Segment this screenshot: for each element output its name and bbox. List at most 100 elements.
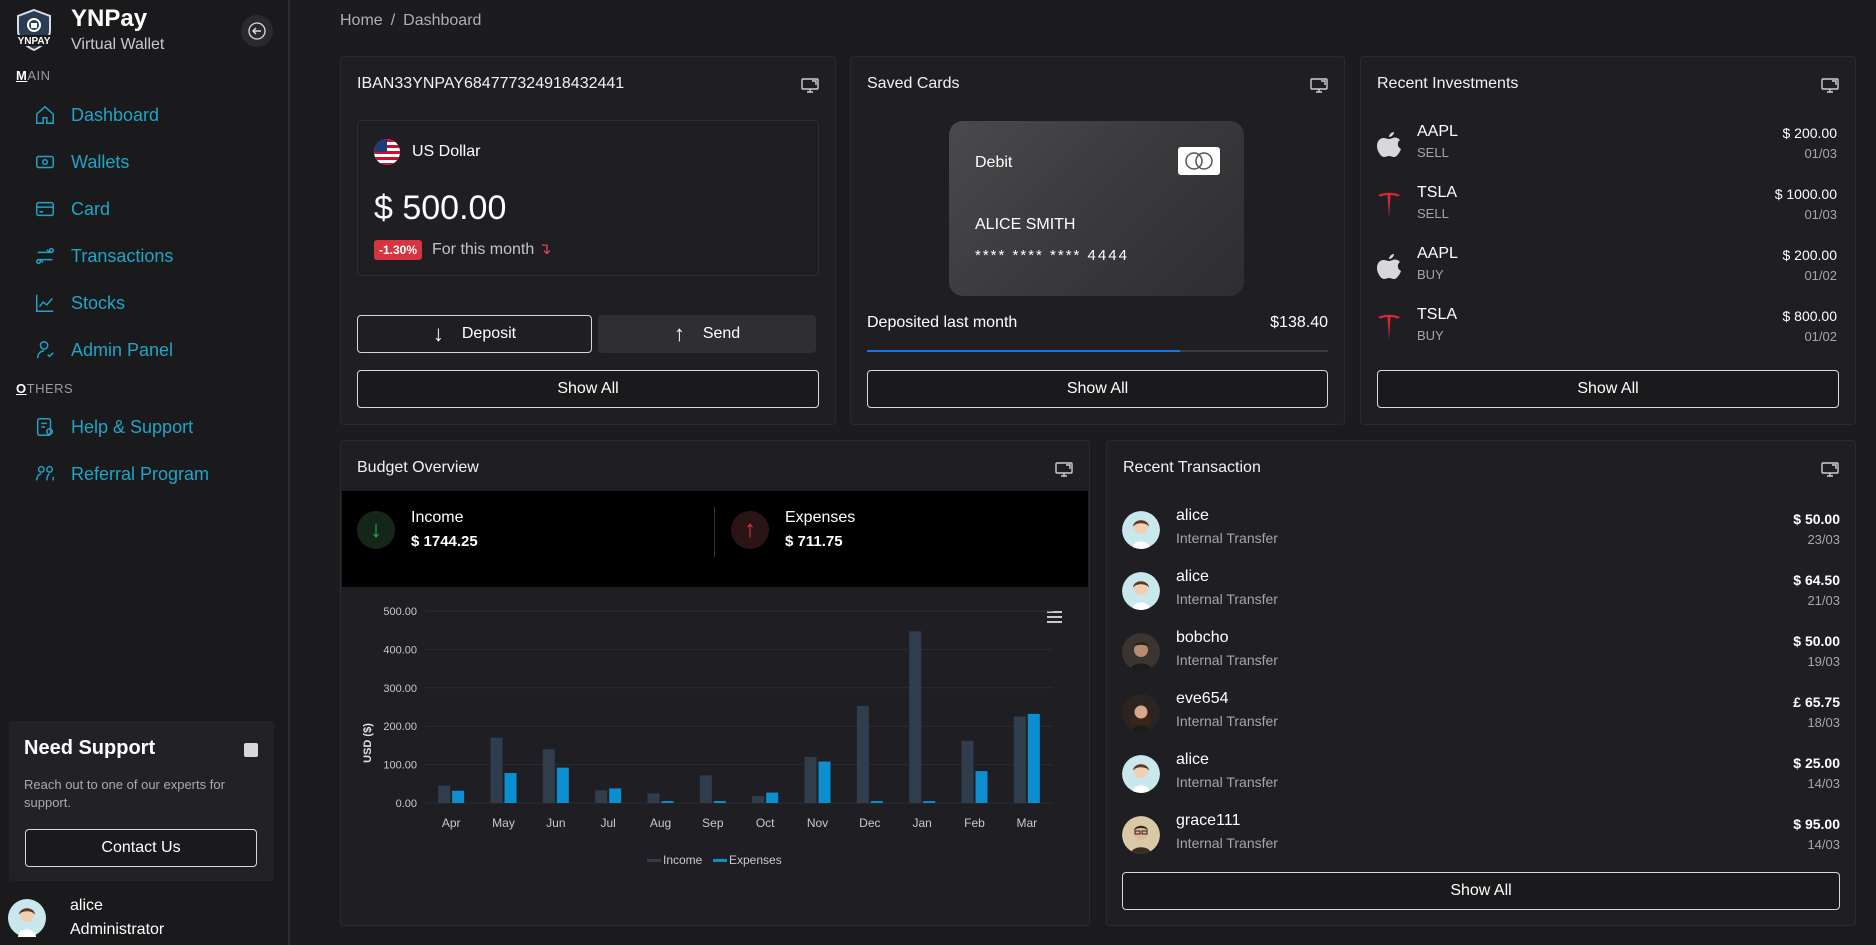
- trade-type: SELL: [1417, 145, 1449, 160]
- income-bar-may[interactable]: [490, 737, 503, 803]
- chart-menu-icon[interactable]: [1047, 611, 1062, 623]
- income-bar-oct[interactable]: [752, 796, 765, 803]
- expand-icon[interactable]: [1821, 461, 1839, 477]
- expenses-bar-nov[interactable]: [818, 761, 831, 803]
- expenses-bar-sep[interactable]: [713, 801, 726, 803]
- income-bar-jun[interactable]: [542, 749, 555, 803]
- income-bar-dec[interactable]: [856, 705, 869, 803]
- avatar: [1122, 633, 1160, 671]
- legend-item-income[interactable]: Income: [647, 853, 703, 867]
- expenses-bar-dec[interactable]: [870, 801, 883, 803]
- income-bar-mar[interactable]: [1013, 716, 1026, 803]
- expenses-bar-oct[interactable]: [766, 792, 779, 803]
- arrow-left-icon: [248, 22, 266, 40]
- x-tick-label: Jul: [600, 816, 615, 830]
- y-tick-label: 500.00: [383, 606, 417, 618]
- y-tick-label: 200.00: [383, 721, 417, 733]
- legend-item-expenses[interactable]: Expenses: [713, 853, 782, 867]
- transaction-row[interactable]: alice Internal Transfer $ 64.50 21/03: [1122, 566, 1840, 616]
- expand-icon[interactable]: [1310, 77, 1328, 93]
- breadcrumb-home[interactable]: Home: [340, 12, 383, 29]
- expand-icon[interactable]: [801, 77, 819, 93]
- brand-subtitle: Virtual Wallet: [71, 36, 165, 53]
- expenses-bar-mar[interactable]: [1027, 713, 1040, 803]
- investment-row[interactable]: TSLA SELL $ 1000.00 01/03: [1375, 182, 1837, 232]
- income-bar-jul[interactable]: [595, 790, 608, 803]
- income-bar-jan[interactable]: [909, 631, 922, 803]
- investments-show-all-button[interactable]: Show All: [1377, 370, 1839, 408]
- sidebar-item-referral-program[interactable]: Referral Program: [34, 459, 209, 489]
- avatar: [1122, 572, 1160, 610]
- income-bar-sep[interactable]: [699, 775, 712, 803]
- sidebar-item-admin-panel[interactable]: Admin Panel: [34, 335, 173, 365]
- sidebar-item-card[interactable]: Card: [34, 194, 110, 224]
- debit-card[interactable]: Debit ALICE SMITH **** **** **** 4444: [949, 121, 1244, 296]
- expenses-bar-jan[interactable]: [923, 801, 936, 803]
- deposit-button[interactable]: ↓ Deposit: [357, 315, 592, 353]
- section-label-others: OTHERS: [16, 381, 74, 396]
- close-support-icon[interactable]: [244, 743, 258, 757]
- avatar: [1122, 694, 1160, 732]
- x-tick-label: Aug: [650, 816, 671, 830]
- sidebar-item-help-support[interactable]: Help & Support: [34, 412, 193, 442]
- change-text: For this month ↴: [432, 241, 552, 258]
- x-tick-label: Apr: [442, 816, 461, 830]
- sidebar-item-label: Stocks: [71, 292, 126, 313]
- x-tick-label: Nov: [807, 816, 828, 830]
- transaction-type: Internal Transfer: [1176, 591, 1278, 607]
- transaction-amount: $ 95.00: [1793, 816, 1840, 832]
- sidebar-item-wallets[interactable]: Wallets: [34, 147, 129, 177]
- avatar: [1122, 816, 1160, 854]
- transactions-show-all-button[interactable]: Show All: [1122, 872, 1840, 910]
- expenses-bar-apr[interactable]: [452, 790, 465, 803]
- expand-icon[interactable]: [1055, 461, 1073, 477]
- user-role: Administrator: [70, 921, 165, 938]
- sidebar-item-transactions[interactable]: Transactions: [34, 241, 173, 271]
- expenses-bar-aug[interactable]: [661, 801, 674, 803]
- transaction-row[interactable]: alice Internal Transfer $ 25.00 14/03: [1122, 749, 1840, 799]
- investment-row[interactable]: TSLA BUY $ 800.00 01/02: [1375, 304, 1837, 354]
- transaction-row[interactable]: bobcho Internal Transfer $ 50.00 19/03: [1122, 627, 1840, 677]
- brand[interactable]: YNPAY YNPay Virtual Wallet: [12, 6, 164, 54]
- legend-label: Income: [663, 853, 703, 867]
- income-bar-aug[interactable]: [647, 793, 660, 803]
- transaction-date: 19/03: [1807, 654, 1840, 669]
- sidebar-item-dashboard[interactable]: Dashboard: [34, 100, 159, 130]
- wallet-show-all-button[interactable]: Show All: [357, 370, 819, 408]
- trade-date: 01/02: [1804, 268, 1837, 283]
- stocks-icon: [36, 294, 54, 312]
- expenses-bar-may[interactable]: [504, 773, 517, 803]
- transaction-row[interactable]: alice Internal Transfer $ 50.00 23/03: [1122, 505, 1840, 555]
- investment-row[interactable]: AAPL SELL $ 200.00 01/03: [1375, 121, 1837, 171]
- expenses-bar-jun[interactable]: [556, 767, 569, 803]
- y-tick-label: 300.00: [383, 683, 417, 695]
- expenses-bar-feb[interactable]: [975, 771, 988, 803]
- arrow-down-icon: ↓: [432, 321, 444, 346]
- user-profile[interactable]: alice Administrator: [8, 894, 164, 942]
- sidebar: YNPAY YNPay Virtual Wallet MAIN Dashboar…: [0, 0, 290, 945]
- income-bar-apr[interactable]: [438, 785, 451, 803]
- sidebar-item-label: Help & Support: [71, 416, 194, 437]
- income-bar-nov[interactable]: [804, 756, 817, 803]
- ynpay-logo: YNPAY: [12, 8, 56, 52]
- transaction-row[interactable]: eve654 Internal Transfer £ 65.75 18/03: [1122, 688, 1840, 738]
- transaction-amount: $ 64.50: [1793, 572, 1840, 588]
- cards-show-all-button[interactable]: Show All: [867, 370, 1328, 408]
- card-icon: [36, 201, 54, 217]
- send-button[interactable]: ↑ Send: [598, 315, 816, 353]
- expenses-bar-jul[interactable]: [609, 788, 622, 803]
- trend-down-icon: ↴: [538, 241, 552, 258]
- mastercard-icon: [1178, 147, 1220, 175]
- transaction-row[interactable]: grace111 Internal Transfer $ 95.00 14/03: [1122, 810, 1840, 860]
- x-tick-label: Jan: [912, 816, 931, 830]
- legend-swatch: [647, 859, 661, 862]
- collapse-sidebar-button[interactable]: [241, 15, 273, 47]
- x-tick-label: Oct: [756, 816, 775, 830]
- expand-icon[interactable]: [1821, 77, 1839, 93]
- contact-us-button[interactable]: Contact Us: [25, 829, 257, 867]
- transaction-name: bobcho: [1176, 629, 1229, 646]
- transaction-amount: $ 50.00: [1793, 633, 1840, 649]
- sidebar-item-stocks[interactable]: Stocks: [34, 288, 125, 318]
- investment-row[interactable]: AAPL BUY $ 200.00 01/02: [1375, 243, 1837, 293]
- income-bar-feb[interactable]: [961, 740, 974, 803]
